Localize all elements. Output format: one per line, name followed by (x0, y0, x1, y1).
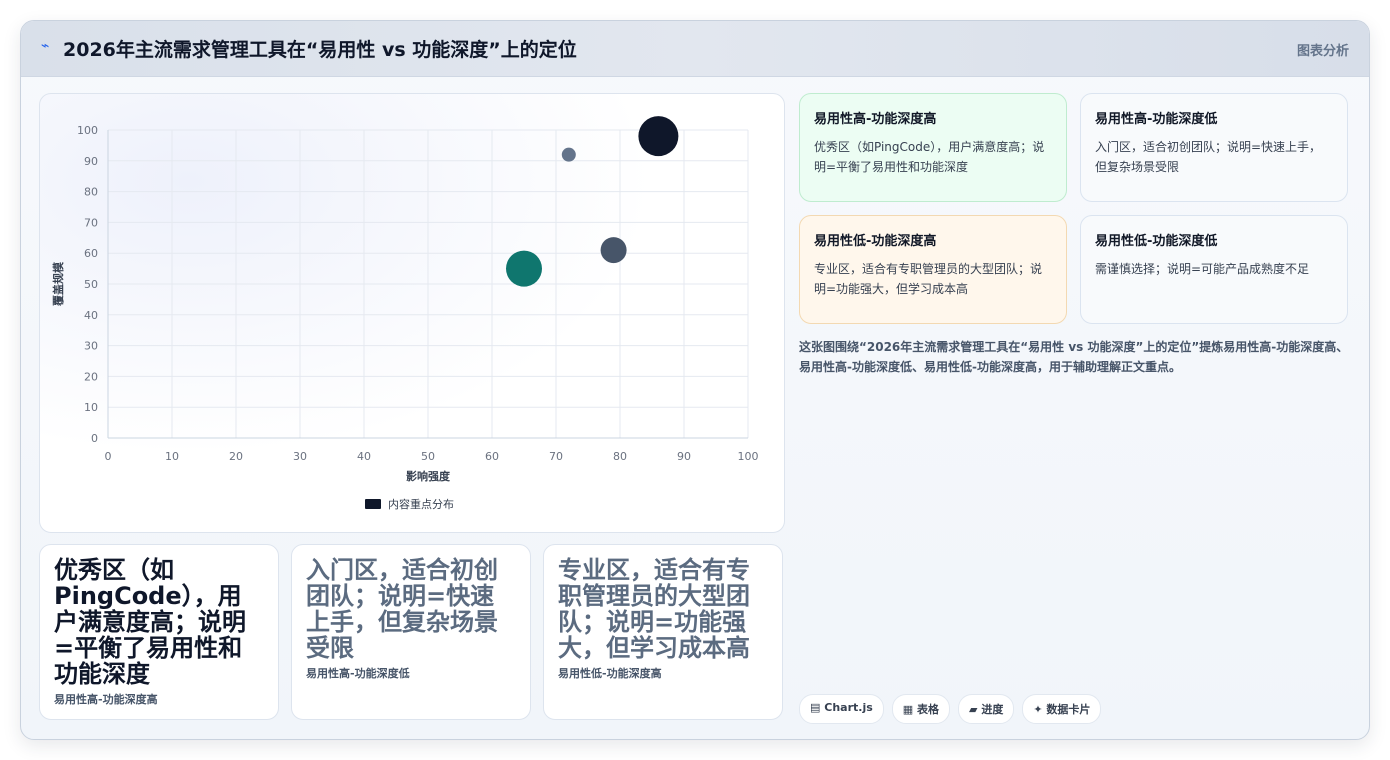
y-tick-label: 60 (84, 247, 98, 260)
highlight-card-text: 入门区，适合初创团队；说明=快速上手，但复杂场景受限 (306, 556, 498, 662)
highlight-card-sub: 易用性高-功能深度低 (306, 667, 410, 680)
quadrant-title: 易用性高-功能深度高 (814, 112, 937, 127)
highlight-card-text: 专业区，适合有专职管理员的大型团队；说明=功能强大，但学习成本高 (558, 556, 750, 662)
y-tick-label: 10 (84, 401, 98, 414)
summary-text: 这张图围绕“2026年主流需求管理工具在“易用性 vs 功能深度”上的定位”提炼… (799, 340, 1349, 374)
quadrant-card-1: 易用性高-功能深度高 优秀区（如PingCode），用户满意度高；说明=平衡了易… (799, 93, 1067, 202)
chip-chartjs[interactable]: ▤ Chart.js (799, 694, 884, 724)
data-point (638, 116, 679, 157)
y-tick-label: 70 (84, 216, 98, 229)
highlight-card-text: 优秀区（如PingCode），用户满意度高；说明=平衡了易用性和功能深度 (54, 556, 246, 688)
page-title: 2026年主流需求管理工具在“易用性 vs 功能深度”上的定位 (63, 39, 577, 61)
highlight-card-1: 优秀区（如PingCode），用户满意度高；说明=平衡了易用性和功能深度 易用性… (39, 544, 279, 720)
quadrant-card-2: 易用性高-功能深度低 入门区，适合初创团队；说明=快速上手，但复杂场景受限 (1080, 93, 1348, 202)
chip-data-card[interactable]: ✦ 数据卡片 (1022, 694, 1102, 724)
app-frame: ⌁ 2026年主流需求管理工具在“易用性 vs 功能深度”上的定位 图表分析 0… (20, 20, 1370, 740)
quadrant-desc: 优秀区（如PingCode），用户满意度高；说明=平衡了易用性和功能深度 (814, 140, 1045, 174)
x-tick-label: 60 (485, 450, 499, 463)
y-tick-label: 50 (84, 278, 98, 291)
legend-swatch (365, 499, 381, 509)
x-tick-label: 70 (549, 450, 563, 463)
legend-label: 内容重点分布 (388, 497, 454, 511)
header: ⌁ 2026年主流需求管理工具在“易用性 vs 功能深度”上的定位 图表分析 (21, 21, 1369, 77)
chip-label: Chart.js (824, 701, 873, 714)
quadrant-title: 易用性低-功能深度高 (814, 234, 937, 249)
progress-icon: ▰ (969, 703, 978, 716)
highlight-card-sub: 易用性低-功能深度高 (558, 667, 662, 680)
table-icon: ▦ (902, 703, 914, 716)
header-tag: 图表分析 (1296, 44, 1349, 59)
chart-icon: ▤ (810, 701, 821, 714)
y-tick-label: 90 (84, 155, 98, 168)
chip-progress[interactable]: ▰ 进度 (958, 694, 1015, 724)
quadrant-desc: 入门区，适合初创团队；说明=快速上手，但复杂场景受限 (1095, 140, 1322, 174)
chart-line-icon: ⌁ (41, 38, 50, 54)
scatter-chart: 0 10 20 30 40 50 60 70 80 90 100 0 10 20 30 40 50 60 70 80 9… (51, 116, 759, 511)
y-axis-title: 覆盖规模 (51, 261, 65, 306)
x-tick-label: 0 (105, 450, 112, 463)
scatter-chart-card: 0 10 20 30 40 50 60 70 80 90 100 0 10 20 30 40 50 60 70 80 9… (39, 93, 785, 533)
chip-label: 表格 (917, 703, 940, 716)
y-tick-label: 0 (91, 432, 98, 445)
x-tick-label: 100 (738, 450, 759, 463)
quadrant-title: 易用性低-功能深度低 (1095, 234, 1218, 249)
quadrant-desc: 专业区，适合有专职管理员的大型团队；说明=功能强大，但学习成本高 (814, 262, 1043, 296)
chip-label: 数据卡片 (1046, 703, 1091, 716)
x-tick-label: 50 (421, 450, 435, 463)
highlight-card-2: 入门区，适合初创团队；说明=快速上手，但复杂场景受限 易用性高-功能深度低 (291, 544, 531, 720)
x-tick-label: 90 (677, 450, 691, 463)
x-tick-label: 10 (165, 450, 179, 463)
sparkle-icon: ✦ (1033, 703, 1043, 716)
x-tick-label: 80 (613, 450, 627, 463)
y-tick-label: 20 (84, 370, 98, 383)
y-tick-label: 30 (84, 340, 98, 353)
y-tick-label: 100 (77, 124, 98, 137)
data-point (600, 237, 627, 264)
quadrant-card-3: 易用性低-功能深度高 专业区，适合有专职管理员的大型团队；说明=功能强大，但学习… (799, 215, 1067, 324)
tech-chips: ▤ Chart.js ▦ 表格 ▰ 进度 ✦ 数据卡片 (799, 694, 1102, 724)
y-tick-label: 80 (84, 186, 98, 199)
highlight-card-sub: 易用性高-功能深度高 (54, 693, 158, 706)
quadrant-card-4: 易用性低-功能深度低 需谨慎选择；说明=可能产品成熟度不足 (1080, 215, 1348, 324)
data-point (506, 250, 542, 287)
quadrant-desc: 需谨慎选择；说明=可能产品成熟度不足 (1095, 262, 1310, 276)
quadrant-title: 易用性高-功能深度低 (1095, 112, 1218, 127)
highlight-card-3: 专业区，适合有专职管理员的大型团队；说明=功能强大，但学习成本高 易用性低-功能… (543, 544, 783, 720)
y-tick-label: 40 (84, 309, 98, 322)
data-point (561, 147, 576, 162)
chip-table[interactable]: ▦ 表格 (891, 694, 951, 724)
x-axis-title: 影响强度 (406, 469, 451, 483)
x-tick-label: 20 (229, 450, 243, 463)
chip-label: 进度 (981, 703, 1004, 716)
x-tick-label: 30 (293, 450, 307, 463)
x-tick-label: 40 (357, 450, 371, 463)
